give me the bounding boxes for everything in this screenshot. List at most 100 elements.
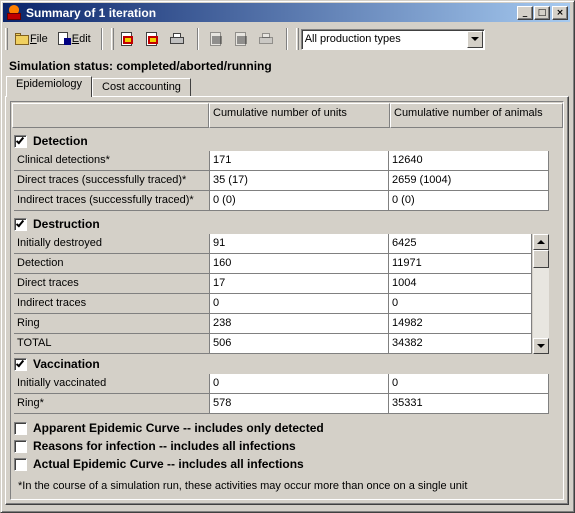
file-mnemonic: F: [30, 33, 37, 45]
copy-chart-icon: [208, 31, 224, 47]
chevron-down-icon: [470, 37, 479, 41]
units-cell: 91: [210, 234, 389, 254]
animals-cell: 2659 (1004): [389, 171, 549, 191]
animals-cell: 14982: [389, 314, 532, 334]
units-cell: 506: [210, 334, 389, 354]
footnote: *In the course of a simulation run, thes…: [18, 480, 468, 492]
row-label: Detection: [14, 254, 210, 274]
row-label: Direct traces: [14, 274, 210, 294]
actual-curve-checkbox[interactable]: [14, 457, 27, 471]
chevron-up-icon: [537, 240, 545, 244]
tab-epidemiology[interactable]: Epidemiology: [6, 76, 93, 97]
units-cell: 171: [210, 151, 389, 171]
export-chart-button[interactable]: [230, 28, 253, 50]
table-row: Indirect traces 0 0: [14, 294, 532, 314]
animals-cell: 34382: [389, 334, 532, 354]
printer-icon: [258, 31, 274, 47]
print-button[interactable]: [166, 28, 189, 50]
check-mark-icon: [15, 218, 25, 227]
animals-cell: 12640: [389, 151, 549, 171]
scroll-up-button[interactable]: [533, 234, 549, 250]
check-mark-icon: [15, 358, 25, 367]
reasons-toggle[interactable]: Reasons for infection -- includes all in…: [14, 436, 296, 456]
simulation-status: Simulation status: completed/aborted/run…: [9, 59, 272, 73]
close-button[interactable]: ×: [552, 5, 568, 20]
column-header-units: Cumulative number of units: [209, 103, 390, 128]
row-label: Initially destroyed: [14, 234, 210, 254]
units-cell: 160: [210, 254, 389, 274]
destruction-scrollbar[interactable]: [533, 234, 549, 354]
dropdown-button[interactable]: [466, 30, 483, 48]
row-label: Clinical detections*: [14, 151, 210, 171]
vaccination-table: Initially vaccinated 0 0 Ring* 578 35331: [14, 374, 549, 414]
table-row: Clinical detections* 171 12640: [14, 151, 549, 171]
edit-mnemonic: E: [71, 33, 80, 45]
table-row: Initially destroyed 91 6425: [14, 234, 532, 254]
vaccination-section-toggle[interactable]: Vaccination: [14, 354, 100, 374]
row-label: Indirect traces: [14, 294, 210, 314]
toolbar-separator: [285, 28, 288, 50]
minimize-button[interactable]: _: [517, 5, 533, 20]
copy-data-button[interactable]: [116, 28, 139, 50]
production-type-value: All production types: [304, 33, 401, 45]
copy-chart-button[interactable]: [205, 28, 228, 50]
detection-section-toggle[interactable]: Detection: [14, 131, 88, 151]
print-chart-button[interactable]: [255, 28, 278, 50]
apparent-curve-checkbox[interactable]: [14, 421, 27, 435]
apparent-curve-toggle[interactable]: Apparent Epidemic Curve -- includes only…: [14, 418, 324, 438]
check-mark-icon: [15, 135, 25, 144]
table-row: Ring 238 14982: [14, 314, 532, 334]
detection-checkbox[interactable]: [14, 134, 27, 148]
tab-strip: Epidemiology Cost accounting: [6, 76, 191, 97]
scroll-thumb[interactable]: [533, 250, 549, 268]
table-row: Detection 160 11971: [14, 254, 532, 274]
actual-curve-toggle[interactable]: Actual Epidemic Curve -- includes all in…: [14, 454, 304, 474]
edit-menu[interactable]: Edit: [52, 28, 95, 50]
copy-data-icon: [119, 31, 135, 47]
export-data-button[interactable]: [141, 28, 164, 50]
edit-menu-label: dit: [79, 33, 91, 45]
edit-icon: [56, 31, 72, 47]
units-cell: 0: [210, 294, 389, 314]
scroll-down-button[interactable]: [533, 338, 549, 354]
units-cell: 0 (0): [210, 191, 389, 211]
animals-cell: 6425: [389, 234, 532, 254]
window-title: Summary of 1 iteration: [26, 5, 157, 20]
row-label: Ring*: [14, 394, 210, 414]
animals-cell: 1004: [389, 274, 532, 294]
toolbar: File Edit All production types: [3, 24, 570, 54]
printer-icon: [169, 31, 185, 47]
toolbar-separator: [100, 28, 103, 50]
export-chart-icon: [233, 31, 249, 47]
row-label: Indirect traces (successfully traced)*: [14, 191, 210, 211]
animals-cell: 0: [389, 374, 549, 394]
chevron-down-icon: [537, 344, 545, 348]
production-type-select[interactable]: All production types: [300, 28, 485, 50]
detection-table: Clinical detections* 171 12640 Direct tr…: [14, 151, 549, 211]
toolbar-grip[interactable]: [110, 28, 114, 50]
toolbar-grip[interactable]: [295, 28, 299, 50]
toolbar-separator: [196, 28, 199, 50]
apparent-curve-title: Apparent Epidemic Curve -- includes only…: [33, 421, 324, 435]
file-menu[interactable]: File: [10, 28, 52, 50]
export-data-icon: [144, 31, 160, 47]
tab-cost-accounting[interactable]: Cost accounting: [92, 78, 191, 97]
detection-title: Detection: [33, 134, 88, 148]
vaccination-checkbox[interactable]: [14, 357, 27, 371]
table-row: Ring* 578 35331: [14, 394, 549, 414]
file-menu-label: ile: [36, 33, 48, 45]
table-row: TOTAL 506 34382: [14, 334, 532, 354]
reasons-checkbox[interactable]: [14, 439, 27, 453]
row-label: Ring: [14, 314, 210, 334]
animals-cell: 0 (0): [389, 191, 549, 211]
toolbar-grip[interactable]: [5, 28, 8, 50]
actual-curve-title: Actual Epidemic Curve -- includes all in…: [33, 457, 304, 471]
units-cell: 238: [210, 314, 389, 334]
animals-cell: 11971: [389, 254, 532, 274]
title-bar[interactable]: Summary of 1 iteration _ □ ×: [3, 3, 570, 22]
destruction-section-toggle[interactable]: Destruction: [14, 214, 100, 234]
column-header-row: Cumulative number of units Cumulative nu…: [12, 103, 563, 128]
table-row: Initially vaccinated 0 0: [14, 374, 549, 394]
maximize-button[interactable]: □: [534, 5, 550, 20]
destruction-checkbox[interactable]: [14, 217, 27, 231]
